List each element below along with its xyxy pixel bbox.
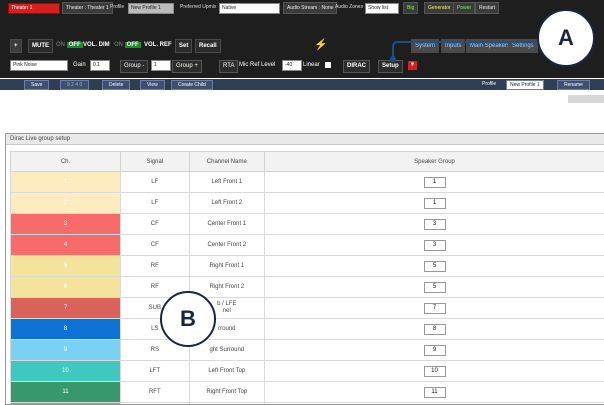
speaker-group-cell: 8 bbox=[265, 319, 604, 340]
speaker-group-input[interactable]: 5 bbox=[424, 282, 446, 293]
callout-dot-a bbox=[390, 56, 396, 62]
speaker-group-input[interactable]: 3 bbox=[424, 240, 446, 251]
speaker-group-input[interactable]: 11 bbox=[424, 387, 446, 398]
speaker-group-cell: 1 bbox=[265, 172, 604, 193]
channel-number-cell: 3 bbox=[11, 214, 121, 235]
speaker-group-input[interactable]: 3 bbox=[424, 219, 446, 230]
speaker-group-input[interactable]: 1 bbox=[424, 198, 446, 209]
channel-name-cell: Center Front 2 bbox=[189, 235, 265, 256]
table-row: 10LFTLeft Front Top10 bbox=[11, 361, 604, 382]
panel-title: Dirac Live group setup bbox=[6, 134, 604, 145]
channel-table: Ch. Signal Channel Name Speaker Group 1L… bbox=[10, 151, 604, 405]
speaker-group-cell: 3 bbox=[265, 214, 604, 235]
table-row: 1LFLeft Front 11 bbox=[11, 172, 604, 193]
speaker-group-input[interactable]: 7 bbox=[424, 303, 446, 314]
table-row: 7SUBb / LFEnel7 bbox=[11, 298, 604, 319]
table-row: 11RFTRight Front Top11 bbox=[11, 382, 604, 403]
col-channel-name: Channel Name bbox=[189, 152, 265, 172]
channel-number-cell: 11 bbox=[11, 382, 121, 403]
channel-name-cell: Right Front Top bbox=[189, 382, 265, 403]
channel-number-cell: 8 bbox=[11, 319, 121, 340]
table-header-row: Ch. Signal Channel Name Speaker Group bbox=[11, 152, 604, 172]
speaker-group-cell: 5 bbox=[265, 277, 604, 298]
table-row: 4CFCenter Front 2 3 bbox=[11, 235, 604, 256]
speaker-group-input[interactable]: 9 bbox=[424, 345, 446, 356]
speaker-group-cell: 1 bbox=[265, 193, 604, 214]
speaker-group-cell: 7 bbox=[265, 298, 604, 319]
speaker-group-input[interactable]: 5 bbox=[424, 261, 446, 272]
table-row: 5RFRight Front 15 bbox=[11, 256, 604, 277]
signal-cell: RF bbox=[121, 256, 190, 277]
speaker-group-cell: 3 bbox=[265, 235, 604, 256]
channel-number-cell: 9 bbox=[11, 340, 121, 361]
channel-number-cell: 1 bbox=[11, 172, 121, 193]
speaker-group-input[interactable]: 8 bbox=[424, 324, 446, 335]
channel-number-cell: 7 bbox=[11, 298, 121, 319]
callout-badge-a: A bbox=[537, 9, 595, 67]
speaker-group-cell: 11 bbox=[265, 382, 604, 403]
channel-number-cell: 10 bbox=[11, 361, 121, 382]
callout-line-a bbox=[393, 42, 545, 59]
channel-name-cell: Left Front Top bbox=[189, 361, 265, 382]
table-row: 9RSght Surround9 bbox=[11, 340, 604, 361]
channel-name-cell: Center Front 1 bbox=[189, 214, 265, 235]
table-row: 3CFCenter Front 13 bbox=[11, 214, 604, 235]
channel-number-cell: 6 bbox=[11, 277, 121, 298]
speaker-group-cell: 10 bbox=[265, 361, 604, 382]
channel-name-cell: Right Front 1 bbox=[189, 256, 265, 277]
table-row: 2LFLeft Front 2 1 bbox=[11, 193, 604, 214]
col-signal: Signal bbox=[121, 152, 190, 172]
speaker-group-input[interactable]: 1 bbox=[424, 177, 446, 188]
table-row: 6RFRight Front 25 bbox=[11, 277, 604, 298]
callout-badge-b: B bbox=[160, 291, 216, 347]
table-body: 1LFLeft Front 112LFLeft Front 213CFCente… bbox=[11, 172, 604, 405]
col-speaker-group: Speaker Group bbox=[265, 152, 604, 172]
col-ch: Ch. bbox=[11, 152, 121, 172]
channel-name-cell: Left Front 2 bbox=[189, 193, 265, 214]
signal-cell: CF bbox=[121, 235, 190, 256]
signal-cell: LF bbox=[121, 193, 190, 214]
channel-number-cell: 2 bbox=[11, 193, 121, 214]
signal-cell: LF bbox=[121, 172, 190, 193]
dirac-group-setup-panel: Dirac Live group setup Ch. Signal Channe… bbox=[5, 133, 604, 405]
signal-cell: RFT bbox=[121, 382, 190, 403]
speaker-group-input[interactable]: 10 bbox=[424, 366, 446, 377]
channel-number-cell: 4 bbox=[11, 235, 121, 256]
speaker-group-cell: 5 bbox=[265, 256, 604, 277]
speaker-group-cell: 9 bbox=[265, 340, 604, 361]
channel-number-cell: 5 bbox=[11, 256, 121, 277]
signal-cell: CF bbox=[121, 214, 190, 235]
signal-cell: LFT bbox=[121, 361, 190, 382]
channel-name-cell: Left Front 1 bbox=[189, 172, 265, 193]
table-row: 8LSrround8 bbox=[11, 319, 604, 340]
